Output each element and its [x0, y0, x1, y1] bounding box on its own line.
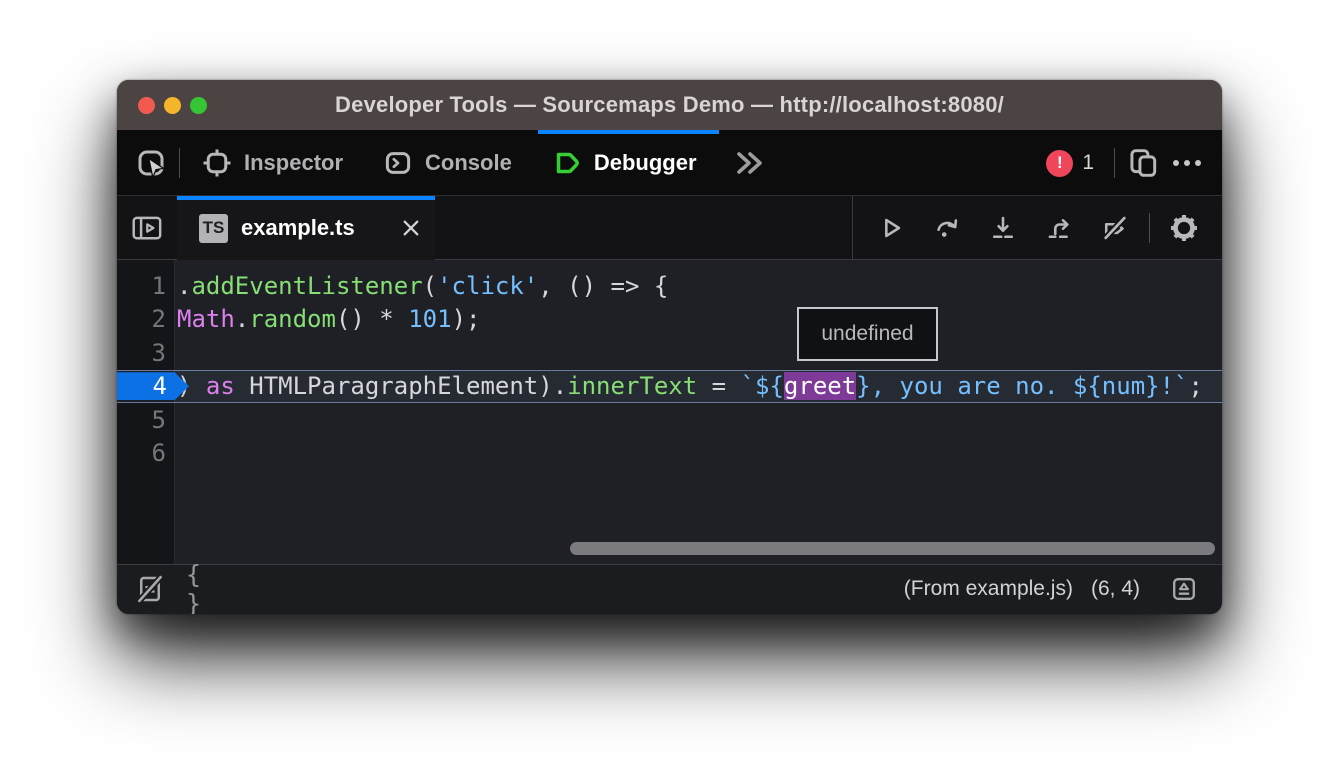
expand-panel-button[interactable]: [1164, 569, 1204, 609]
line-number[interactable]: 1: [117, 272, 175, 300]
code-text: Math.random() * 101);: [175, 305, 480, 333]
element-picker-button[interactable]: [129, 139, 173, 187]
code-line[interactable]: 4) as HTMLParagraphElement).innerText = …: [117, 370, 1222, 404]
error-badge[interactable]: !: [1046, 150, 1073, 177]
meatball-menu-button[interactable]: [1165, 139, 1209, 187]
expand-panel-icon: [1170, 575, 1198, 603]
paused-line-marker[interactable]: 4: [117, 372, 189, 400]
meatball-menu-icon: [1171, 158, 1203, 168]
tab-inspector-label: Inspector: [244, 150, 343, 176]
step-in-button[interactable]: [975, 204, 1031, 252]
code-line[interactable]: 5: [117, 403, 1222, 437]
line-number[interactable]: 3: [117, 339, 175, 367]
source-tab-label: example.ts: [241, 215, 390, 241]
devtools-toolbar: Inspector Console Debugger ! 1: [117, 130, 1222, 196]
responsive-design-icon: [1127, 147, 1159, 179]
source-tab-example-ts[interactable]: TS example.ts: [177, 196, 435, 260]
source-tab-row: TS example.ts: [117, 196, 1222, 260]
inspector-icon: [202, 148, 232, 178]
tab-row-spacer: [435, 196, 852, 260]
code-editor[interactable]: 1.addEventListener('click', () => {2Math…: [117, 260, 1222, 564]
debugger-icon: [552, 148, 582, 178]
sources-panel-toggle-button[interactable]: [117, 196, 177, 260]
window-title: Developer Tools — Sourcemaps Demo — http…: [335, 92, 1004, 118]
variable-preview-value: undefined: [821, 322, 913, 346]
step-over-icon: [933, 214, 961, 242]
settings-separator: [1149, 213, 1150, 243]
line-number[interactable]: 2: [117, 305, 175, 333]
element-picker-icon: [136, 148, 166, 178]
step-in-icon: [989, 214, 1017, 242]
step-over-button[interactable]: [919, 204, 975, 252]
mapped-source-note: (From example.js): [904, 577, 1073, 601]
code-text: .addEventListener('click', () => {: [175, 272, 668, 300]
close-tab-icon[interactable]: [403, 220, 419, 236]
status-bar: { } (From example.js) (6, 4): [117, 564, 1222, 614]
blackbox-source-icon: [135, 574, 165, 604]
pretty-print-icon: { }: [186, 560, 226, 614]
cursor-position: (6, 4): [1091, 577, 1140, 601]
console-icon: [383, 148, 413, 178]
debugger-commands: [853, 196, 1222, 260]
line-number[interactable]: 5: [117, 406, 175, 434]
tab-console-label: Console: [425, 150, 512, 176]
code-line[interactable]: 6: [117, 437, 1222, 471]
code-text: ) as HTMLParagraphElement).innerText = `…: [175, 372, 1203, 400]
step-out-icon: [1045, 214, 1073, 242]
code-line[interactable]: 1.addEventListener('click', () => {: [117, 269, 1222, 303]
code-line[interactable]: 3: [117, 336, 1222, 370]
horizontal-scrollbar-thumb[interactable]: [570, 542, 1215, 555]
line-number[interactable]: 6: [117, 439, 175, 467]
zoom-window-button[interactable]: [190, 97, 207, 114]
close-window-button[interactable]: [138, 97, 155, 114]
deactivate-breakpoints-button[interactable]: [1087, 204, 1143, 252]
code-line[interactable]: 2Math.random() * 101);: [117, 303, 1222, 337]
settings-gear-icon: [1169, 213, 1199, 243]
resume-icon: [877, 214, 905, 242]
more-tabs-chevron-icon: [731, 150, 765, 176]
error-count: 1: [1082, 151, 1094, 175]
toolbar-separator: [179, 148, 180, 178]
sources-panel-toggle-icon: [131, 214, 163, 242]
typescript-file-icon: TS: [199, 214, 228, 243]
code-lines: 1.addEventListener('click', () => {2Math…: [117, 260, 1222, 470]
selected-token: greet: [784, 372, 856, 400]
pretty-print-button[interactable]: { }: [186, 569, 226, 609]
more-tabs-button[interactable]: [721, 130, 775, 196]
debugger-settings-button[interactable]: [1156, 204, 1212, 252]
toolbar-separator: [1114, 148, 1115, 178]
tab-debugger-label: Debugger: [594, 150, 697, 176]
responsive-design-button[interactable]: [1121, 139, 1165, 187]
error-badge-glyph: !: [1057, 153, 1063, 173]
traffic-lights: [138, 80, 207, 130]
devtools-window: Developer Tools — Sourcemaps Demo — http…: [117, 80, 1222, 614]
blackbox-source-button[interactable]: [130, 569, 170, 609]
deactivate-breakpoints-icon: [1101, 214, 1129, 242]
tab-debugger[interactable]: Debugger: [536, 130, 721, 196]
variable-preview-tooltip: undefined: [797, 307, 938, 361]
tab-inspector[interactable]: Inspector: [186, 130, 367, 196]
resume-button[interactable]: [863, 204, 919, 252]
minimize-window-button[interactable]: [164, 97, 181, 114]
title-bar: Developer Tools — Sourcemaps Demo — http…: [117, 80, 1222, 130]
toolbar-right-group: ! 1: [1046, 130, 1209, 196]
tab-console[interactable]: Console: [367, 130, 536, 196]
step-out-button[interactable]: [1031, 204, 1087, 252]
